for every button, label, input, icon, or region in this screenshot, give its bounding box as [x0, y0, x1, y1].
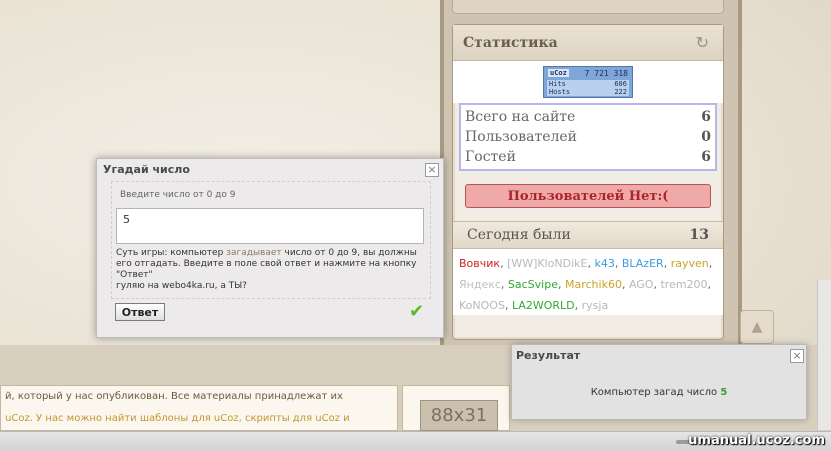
- rules-footer: гуляю на webo4ka.ru, а ТЫ?: [116, 281, 247, 291]
- scroll-to-top-button[interactable]: ▲: [740, 310, 774, 344]
- hosts-value: 222: [614, 88, 627, 96]
- today-count: 13: [689, 227, 709, 243]
- visitor-link[interactable]: AGO: [629, 278, 654, 291]
- visitor-separator: ,: [663, 257, 671, 270]
- counter-hosts-row: Hosts 222: [547, 88, 629, 96]
- online-label: Гостей: [465, 149, 516, 165]
- hosts-label: Hosts: [549, 88, 571, 96]
- online-row-guests: Гостей 6: [465, 147, 711, 167]
- result-title: Результат: [516, 349, 581, 362]
- rules-highlight: загадывает: [226, 248, 282, 258]
- statistics-title: Статистика: [463, 34, 558, 51]
- scrollbar[interactable]: [817, 280, 831, 430]
- visitor-link[interactable]: rayven: [671, 257, 709, 270]
- close-icon[interactable]: ×: [790, 349, 804, 363]
- guess-form-area: Введите число от 0 до 9 5 Суть игры: ком…: [111, 181, 431, 299]
- rules-text: Суть игры: компьютер: [116, 248, 227, 258]
- content-text-box: й, который у нас опубликован. Все матери…: [0, 385, 398, 431]
- banner-88x31[interactable]: 88x31: [420, 400, 498, 431]
- visitor-link[interactable]: BLAzER: [622, 257, 664, 270]
- today-header: Сегодня были 13: [453, 221, 723, 249]
- online-value: 6: [701, 109, 711, 125]
- visitor-link[interactable]: trem200: [660, 278, 707, 291]
- online-label: Всего на сайте: [465, 109, 576, 125]
- today-label: Сегодня были: [467, 227, 571, 243]
- dialog-title: Угадай число: [103, 163, 190, 176]
- answer-button[interactable]: Ответ: [115, 303, 165, 321]
- statistics-panel: Статистика ↻ uCoz 7 721 318 Hits 606 Hos…: [452, 24, 724, 340]
- counter-hits-row: Hits 606: [547, 80, 629, 88]
- online-label: Пользователей: [465, 129, 577, 145]
- counter-area: uCoz 7 721 318 Hits 606 Hosts 222: [453, 61, 723, 103]
- visitor-link[interactable]: KoNOOS: [459, 299, 505, 312]
- visitor-separator: ,: [707, 278, 712, 291]
- top-block-edge: [452, 0, 724, 14]
- visitor-separator: ,: [708, 257, 713, 270]
- result-number: 5: [720, 387, 728, 398]
- counter-total: 7 721 318: [584, 69, 628, 78]
- visitor-link[interactable]: rysja: [582, 299, 609, 312]
- visitor-link[interactable]: [WW]KloNDikE: [507, 257, 587, 270]
- input-prompt: Введите число от 0 до 9: [120, 190, 236, 200]
- visitor-link[interactable]: Вовчик: [459, 257, 500, 270]
- guess-input[interactable]: 5: [116, 208, 424, 244]
- visitor-separator: ,: [500, 257, 508, 270]
- visitor-separator: ,: [500, 278, 508, 291]
- result-dialog: Результат × Компьютер загад число 5: [511, 344, 807, 420]
- online-value: 6: [701, 149, 711, 165]
- close-icon[interactable]: ×: [425, 163, 439, 177]
- online-summary: Всего на сайте 6 Пользователей 0 Гостей …: [459, 103, 717, 171]
- hits-value: 606: [614, 80, 627, 88]
- game-rules: Суть игры: компьютер загадывает число от…: [116, 248, 428, 292]
- refresh-icon[interactable]: ↻: [696, 33, 709, 52]
- content-line-1: й, который у нас опубликован. Все матери…: [5, 391, 343, 402]
- visitor-link[interactable]: k43: [594, 257, 614, 270]
- visitor-separator: ,: [574, 299, 582, 312]
- guess-number-dialog: Угадай число × Введите число от 0 до 9 5…: [96, 158, 444, 338]
- visitor-separator: ,: [504, 299, 512, 312]
- online-row-users: Пользователей 0: [465, 127, 711, 147]
- result-message: Компьютер загад число 5: [512, 387, 806, 398]
- arrow-up-icon: ▲: [751, 319, 763, 335]
- online-value: 0: [701, 129, 711, 145]
- site-watermark: umanual.ucoz.com: [688, 433, 825, 448]
- visitor-link[interactable]: LA2WORLD: [512, 299, 575, 312]
- online-row-total: Всего на сайте 6: [465, 107, 711, 127]
- visitor-link[interactable]: SacSvipe: [508, 278, 558, 291]
- ucoz-counter-badge[interactable]: uCoz 7 721 318 Hits 606 Hosts 222: [543, 66, 633, 98]
- visitor-separator: ,: [557, 278, 565, 291]
- no-users-banner: Пользователей Нет:(: [465, 184, 711, 208]
- no-users-wrap: Пользователей Нет:(: [453, 171, 723, 221]
- visitor-separator: ,: [614, 257, 622, 270]
- visitor-link[interactable]: Marchik60: [565, 278, 622, 291]
- hits-label: Hits: [549, 80, 566, 88]
- visitor-link[interactable]: Яндекс: [459, 278, 501, 291]
- today-visitors-list: Вовчик, [WW]KloNDikE, k43, BLAzER, rayve…: [453, 249, 723, 315]
- content-line-2: uCoz. У нас можно найти шаблоны для uCoz…: [5, 413, 350, 424]
- counter-brand: uCoz: [548, 69, 569, 77]
- statistics-header: Статистика ↻: [453, 25, 723, 61]
- visitor-separator: ,: [621, 278, 629, 291]
- result-text: Компьютер загад число: [590, 387, 721, 398]
- check-icon: ✔: [409, 301, 425, 322]
